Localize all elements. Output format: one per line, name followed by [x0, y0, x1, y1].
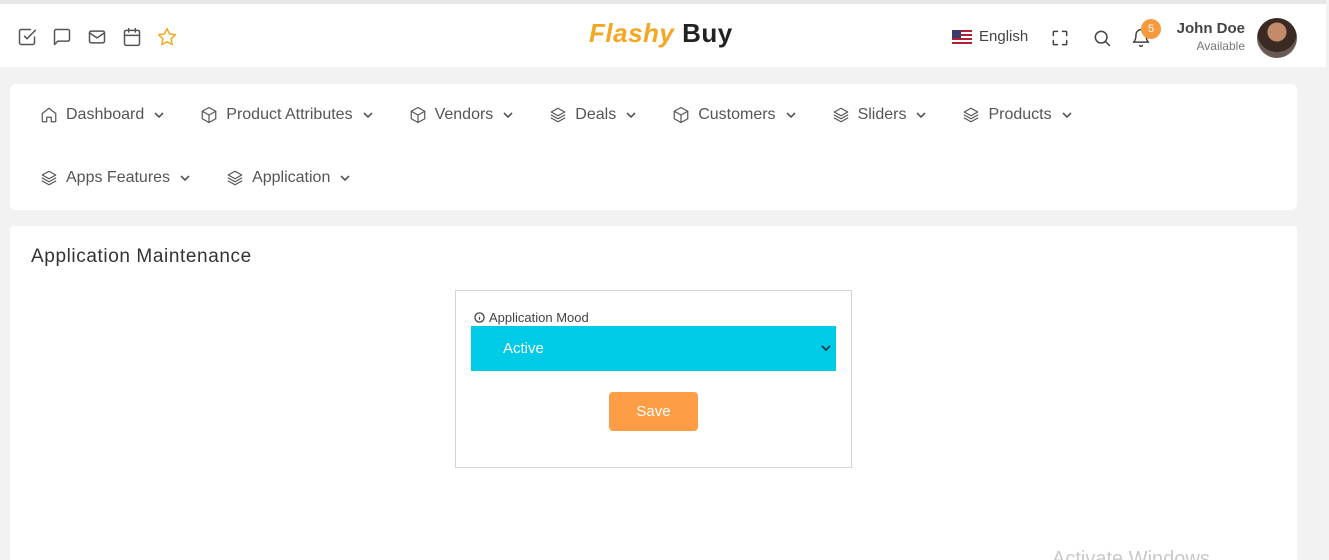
nav-item-deals[interactable]: Deals: [549, 104, 636, 126]
nav-label: Deals: [575, 106, 617, 123]
chevron-down-icon: [180, 175, 190, 182]
language-label: English: [979, 28, 1029, 45]
nav-label: Product Attributes: [226, 106, 353, 123]
nav-label: Apps Features: [66, 169, 171, 186]
brand-part1: Flashy: [589, 18, 675, 48]
nav-item-vendors[interactable]: Vendors: [409, 104, 514, 126]
user-info[interactable]: John Doe Available: [1177, 20, 1245, 53]
nav-item-product-attributes[interactable]: Product Attributes: [200, 104, 373, 126]
save-button[interactable]: Save: [609, 392, 698, 431]
chevron-down-icon: [503, 112, 513, 119]
nav-label: Application: [252, 169, 331, 186]
quick-links: [16, 26, 178, 48]
home-icon: [41, 107, 57, 123]
layers-icon: [550, 107, 566, 123]
info-icon: [474, 312, 485, 323]
layers-icon: [833, 107, 848, 123]
top-header: Flashy Buy English 5 John Doe Available: [0, 0, 1326, 67]
nav-item-dashboard[interactable]: Dashboard: [40, 104, 164, 126]
chevron-down-icon: [821, 345, 831, 352]
notification-badge: 5: [1141, 19, 1161, 39]
chevron-down-icon: [626, 112, 636, 119]
nav-item-sliders[interactable]: Sliders: [832, 104, 927, 126]
us-flag-icon: [952, 29, 972, 44]
nav-label: Customers: [698, 106, 776, 123]
checkbox-icon[interactable]: [16, 26, 38, 48]
search-icon[interactable]: [1092, 28, 1114, 50]
layers-icon: [227, 170, 243, 186]
layers-icon: [41, 170, 57, 186]
nav-label: Dashboard: [66, 106, 145, 123]
chat-icon[interactable]: [51, 26, 73, 48]
mail-icon[interactable]: [86, 26, 108, 48]
chevron-down-icon: [1062, 112, 1072, 119]
user-status: Available: [1196, 39, 1245, 53]
nav-label: Products: [988, 106, 1052, 123]
nav-label: Vendors: [434, 106, 494, 123]
nav-item-products[interactable]: Products: [962, 104, 1072, 126]
box-icon: [201, 106, 217, 124]
star-icon[interactable]: [156, 26, 178, 48]
application-mood-label: Application Mood: [489, 310, 589, 325]
box-icon: [673, 106, 689, 124]
selected-value: Active: [503, 340, 544, 357]
application-mood-select[interactable]: Active: [471, 326, 836, 371]
chevron-down-icon: [340, 175, 350, 182]
page-title: Application Maintenance: [31, 246, 252, 267]
nav-item-apps-features[interactable]: Apps Features: [40, 167, 190, 189]
box-icon: [410, 106, 425, 124]
chevron-down-icon: [785, 112, 796, 119]
chevron-down-icon: [154, 112, 164, 119]
avatar[interactable]: [1257, 18, 1297, 58]
nav-item-customers[interactable]: Customers: [672, 104, 796, 126]
chevron-down-icon: [363, 112, 373, 119]
nav-label: Sliders: [857, 106, 907, 123]
maintenance-form: Application Mood Active Save: [455, 290, 852, 468]
language-selector[interactable]: English: [952, 28, 1028, 45]
brand-part2: Buy: [682, 18, 733, 48]
field-label: Application Mood: [474, 310, 589, 325]
activate-windows-watermark: Activate Windows: [1052, 548, 1210, 560]
content-card: Application Maintenance Application Mood…: [10, 226, 1297, 560]
brand-logo[interactable]: Flashy Buy: [589, 18, 733, 49]
layers-icon: [964, 107, 979, 123]
main-navigation: Dashboard Product Attributes Vendors Dea…: [10, 84, 1297, 210]
fullscreen-icon[interactable]: [1050, 28, 1072, 50]
user-name: John Doe: [1176, 20, 1245, 37]
nav-item-application[interactable]: Application: [226, 167, 350, 189]
chevron-down-icon: [916, 112, 927, 119]
calendar-icon[interactable]: [121, 26, 143, 48]
